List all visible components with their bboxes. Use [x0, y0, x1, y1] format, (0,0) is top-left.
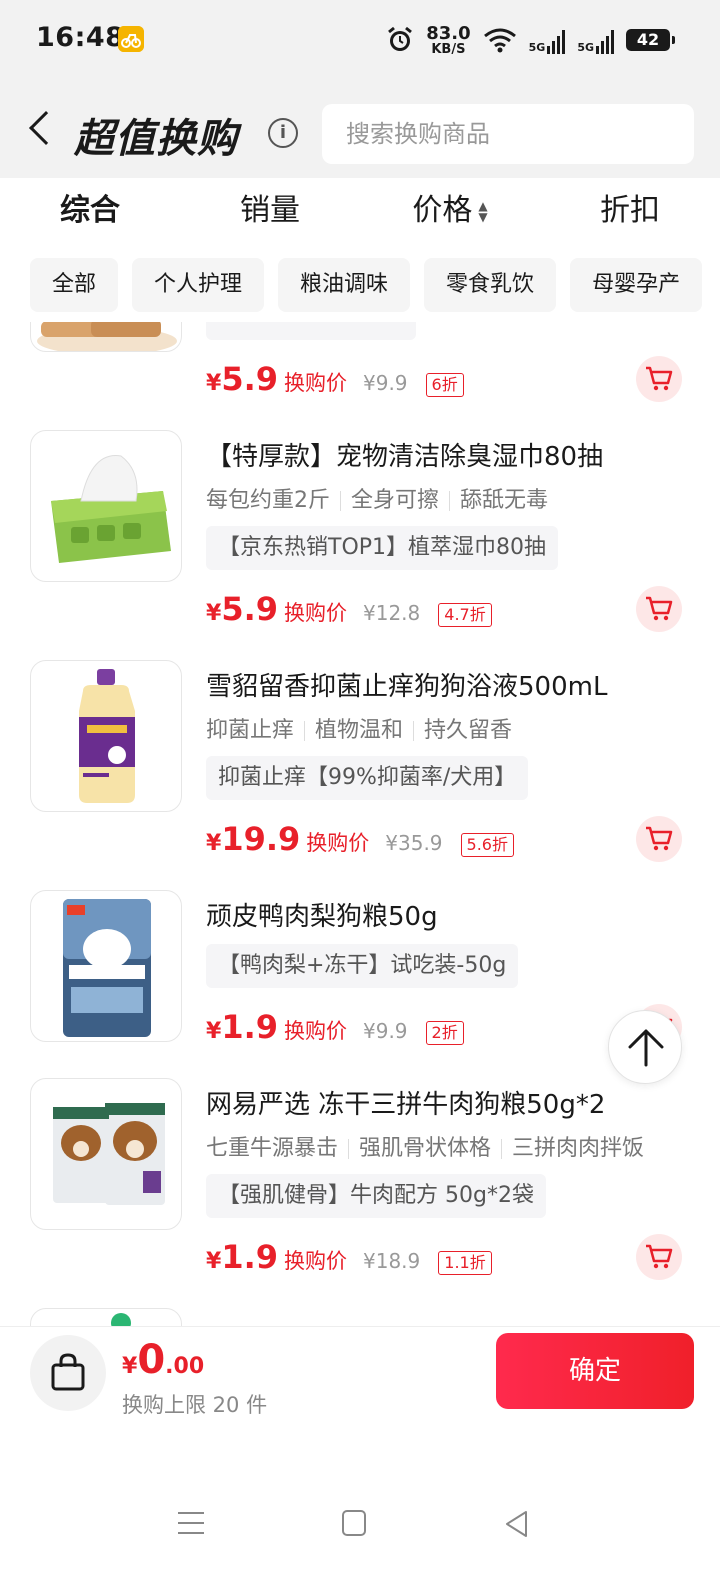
sort-tabs: 综合 销量 价格 ▲ ▼ 折扣: [0, 178, 720, 244]
exchange-price: 5.9: [221, 360, 278, 398]
network-speed: 83.0 KB/S: [426, 22, 471, 57]
status-icons: 83.0 KB/S 5G 5G 42: [386, 22, 675, 58]
confirm-button[interactable]: 确定: [496, 1333, 694, 1409]
cart-icon: [646, 1244, 673, 1269]
status-bar: 16:48 83.0 KB/S 5G 5G 42: [0, 0, 720, 82]
product-thumbnail[interactable]: [30, 660, 182, 812]
promo-tag: 抑菌止痒【99%抑菌率/犬用】: [206, 756, 529, 800]
home-icon[interactable]: [342, 1510, 366, 1536]
app-notification-icon: [118, 26, 144, 52]
add-to-cart-button[interactable]: [636, 586, 682, 632]
page-title: 超值换购: [74, 116, 238, 162]
tab-comprehensive[interactable]: 综合: [0, 178, 180, 244]
back-icon[interactable]: [504, 1510, 530, 1538]
tab-discount[interactable]: 折扣: [540, 178, 720, 244]
recent-apps-icon[interactable]: [178, 1512, 204, 1534]
discount-badge: 2折: [425, 1021, 464, 1045]
category-chips: 全部 个人护理 粮油调味 零食乳饮 母婴孕产: [0, 258, 720, 312]
chip-mother-baby[interactable]: 母婴孕产: [570, 258, 703, 312]
back-arrow-icon[interactable]: [29, 111, 63, 145]
price-row: ¥5.9 换购价 ¥12.8 4.7折: [206, 590, 492, 628]
product-name[interactable]: 顽皮鸭肉梨狗粮50g: [206, 896, 438, 933]
shopping-bag-button[interactable]: [30, 1335, 106, 1411]
shopping-bag-icon: [51, 1353, 85, 1391]
product-thumbnail[interactable]: [30, 1308, 182, 1326]
exchange-limit: 换购上限 20 件: [122, 1393, 268, 1417]
wifi-icon: [483, 28, 516, 53]
original-price: ¥9.9: [363, 1019, 408, 1043]
cart-icon: [646, 826, 673, 851]
product-name[interactable]: 雪貂留香抑菌止痒狗狗浴液500mL: [206, 666, 607, 703]
signal-5g-sim1-icon: 5G: [529, 26, 566, 54]
exchange-price: 5.9: [221, 590, 278, 628]
add-to-cart-button[interactable]: [636, 356, 682, 402]
discount-badge: 5.6折: [460, 833, 514, 857]
discount-badge: 1.1折: [438, 1251, 492, 1275]
price-row: ¥19.9 换购价 ¥35.9 5.6折: [206, 820, 514, 858]
product-tags: 抑菌止痒 植物温和 持久留香: [206, 718, 513, 743]
battery-icon: 42: [626, 29, 675, 51]
total-price: ¥0.00: [122, 1337, 205, 1383]
back-to-top-button[interactable]: [608, 1010, 682, 1084]
search-box[interactable]: [322, 104, 694, 164]
chip-snacks-drinks[interactable]: 零食乳饮: [424, 258, 557, 312]
promo-tag: 【鸭肉梨+冻干】试吃装-50g: [206, 944, 519, 988]
exchange-price: 1.9: [221, 1008, 278, 1046]
promo-tag: [206, 322, 416, 340]
sort-arrows-icon: ▲ ▼: [478, 198, 488, 224]
chip-all[interactable]: 全部: [30, 258, 119, 312]
product-thumbnail[interactable]: [30, 322, 182, 352]
tab-price-label: 价格: [412, 193, 473, 228]
product-list: ¥5.9 换购价 ¥9.9 6折 【特厚款】宠物清洁除臭湿巾80抽 每包约重2斤…: [0, 322, 720, 1326]
product-thumbnail[interactable]: [30, 430, 182, 582]
cart-icon: [646, 596, 673, 621]
product-name[interactable]: 网易严选 冻干三拼牛肉狗粮50g*2: [206, 1084, 605, 1121]
tab-price[interactable]: 价格 ▲ ▼: [360, 178, 540, 244]
tab-sales[interactable]: 销量: [180, 178, 360, 244]
exchange-price: 1.9: [221, 1238, 278, 1276]
promo-tag: 【京东热销TOP1】植萃湿巾80抽: [206, 526, 559, 570]
product-tags: 七重牛源暴击 强肌骨状体格 三拼肉肉拌饭: [206, 1136, 645, 1161]
system-nav-bar: [0, 1470, 720, 1584]
alarm-icon: [388, 26, 413, 51]
discount-badge: 4.7折: [438, 603, 492, 627]
original-price: ¥12.8: [363, 601, 421, 625]
product-name[interactable]: 【特厚款】宠物清洁除臭湿巾80抽: [206, 436, 603, 473]
product-tags: 每包约重2斤 全身可擦 舔舐无毒: [206, 488, 549, 513]
add-to-cart-button[interactable]: [636, 816, 682, 862]
price-row: ¥5.9 换购价 ¥9.9 6折: [206, 360, 464, 398]
discount-badge: 6折: [425, 373, 464, 397]
bottom-bar: ¥0.00 换购上限 20 件 确定: [0, 1326, 720, 1436]
product-thumbnail[interactable]: [30, 890, 182, 1042]
add-to-cart-button[interactable]: [636, 1234, 682, 1280]
chip-grain-oil[interactable]: 粮油调味: [278, 258, 411, 312]
header: 超值换购 i: [0, 82, 720, 178]
status-time: 16:48: [36, 22, 125, 53]
info-icon[interactable]: i: [268, 118, 298, 148]
chip-personal-care[interactable]: 个人护理: [132, 258, 265, 312]
price-row: ¥1.9 换购价 ¥9.9 2折: [206, 1008, 464, 1046]
original-price: ¥18.9: [363, 1249, 421, 1273]
original-price: ¥35.9: [385, 831, 443, 855]
price-row: ¥1.9 换购价 ¥18.9 1.1折: [206, 1238, 492, 1276]
original-price: ¥9.9: [363, 371, 408, 395]
cart-icon: [646, 366, 673, 391]
exchange-price: 19.9: [221, 820, 301, 858]
signal-5g-sim2-icon: 5G: [577, 26, 614, 54]
product-thumbnail[interactable]: [30, 1078, 182, 1230]
search-input[interactable]: [322, 104, 694, 164]
arrow-up-icon: [628, 1029, 664, 1067]
promo-tag: 【强肌健骨】牛肉配方 50g*2袋: [206, 1174, 546, 1218]
